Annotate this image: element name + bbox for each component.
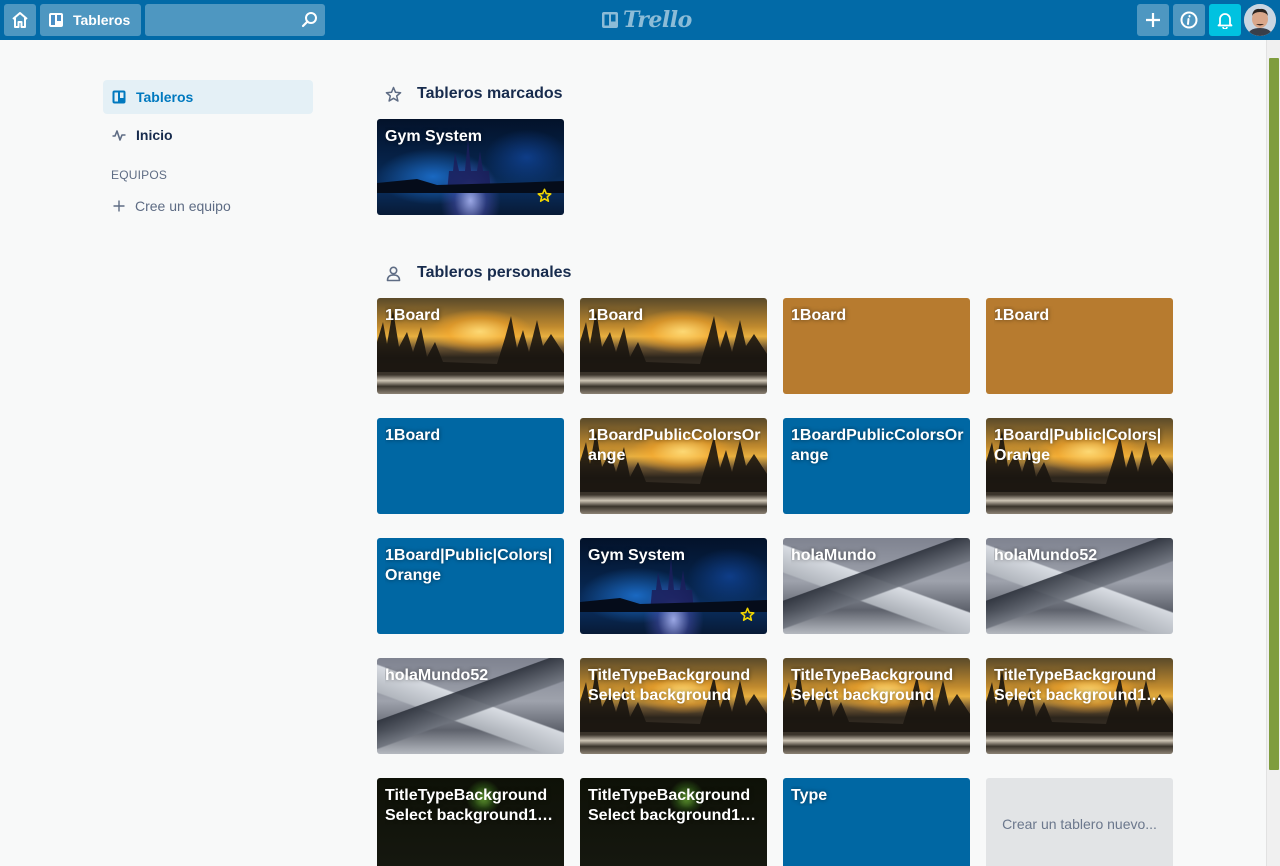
board-tile[interactable]: TitleTypeBackground Select background1… — [580, 778, 767, 866]
plus-icon — [1146, 13, 1160, 27]
board-title: Type — [791, 787, 828, 804]
board-tile[interactable]: 1BoardPublicColorsOrange — [580, 418, 767, 514]
board-title: Gym System — [385, 128, 482, 145]
sidebar-item-inicio[interactable]: Inicio — [103, 118, 313, 152]
board-title: 1Board — [791, 307, 847, 324]
board-tile[interactable]: 1Board|Public|Colors|Orange — [986, 418, 1173, 514]
board-title: 1Board — [588, 307, 644, 324]
top-header: Tableros Trello — [0, 0, 1280, 40]
board-title: TitleTypeBackground Select background — [791, 667, 954, 704]
home-icon — [12, 12, 28, 28]
board-title: holaMundo52 — [994, 547, 1098, 564]
board-tile[interactable]: Gym System — [377, 119, 564, 215]
board-tile[interactable]: 1BoardPublicColorsOrange — [783, 418, 970, 514]
starred-title-text: Tableros marcados — [417, 85, 563, 102]
board-title: holaMundo52 — [385, 667, 489, 684]
info-icon — [1180, 11, 1198, 29]
board-tile[interactable]: Type — [783, 778, 970, 866]
starred-section-title: Tableros marcados — [385, 85, 563, 103]
board-tile[interactable]: 1Board|Public|Colors|Orange — [377, 538, 564, 634]
board-title: holaMundo — [791, 547, 877, 564]
board-tile[interactable]: TitleTypeBackground Select background1… — [377, 778, 564, 866]
activity-icon — [112, 130, 126, 141]
star-outline-icon — [385, 86, 402, 102]
board-icon — [112, 90, 126, 104]
board-title: TitleTypeBackground Select background1… — [588, 787, 757, 824]
star-icon[interactable] — [740, 607, 755, 622]
board-title: 1Board|Public|Colors|Orange — [994, 427, 1162, 464]
board-icon — [49, 13, 63, 27]
create-team-button[interactable]: Cree un equipo — [103, 190, 313, 222]
sidebar-item-label: Tableros — [136, 89, 194, 105]
board-tile[interactable]: 1Board — [783, 298, 970, 394]
personal-section-title: Tableros personales — [385, 264, 571, 282]
notifications-button[interactable] — [1209, 4, 1241, 36]
board-title: 1BoardPublicColorsOrange — [791, 427, 964, 464]
board-tile[interactable]: Gym System — [580, 538, 767, 634]
plus-icon — [113, 200, 125, 212]
board-title: TitleTypeBackground Select background1… — [994, 667, 1163, 704]
boards-button[interactable]: Tableros — [40, 4, 141, 36]
scrollbar-thumb[interactable] — [1269, 58, 1279, 770]
board-tile[interactable]: 1Board — [377, 418, 564, 514]
logo-text: Trello — [623, 7, 692, 33]
home-button[interactable] — [4, 4, 36, 36]
search-input[interactable] — [145, 4, 325, 36]
board-title: 1Board — [385, 427, 441, 444]
boards-button-label: Tableros — [73, 12, 131, 28]
search-icon[interactable] — [301, 11, 319, 29]
search-box[interactable] — [145, 4, 325, 36]
create-team-label: Cree un equipo — [135, 198, 231, 214]
board-title: Gym System — [588, 547, 685, 564]
board-tile[interactable]: TitleTypeBackground Select background — [783, 658, 970, 754]
trello-logo[interactable]: Trello — [601, 6, 692, 34]
board-title: 1Board|Public|Colors|Orange — [385, 547, 553, 584]
add-button[interactable] — [1137, 4, 1169, 36]
teams-heading: EQUIPOS — [111, 168, 168, 182]
board-tile[interactable]: 1Board — [377, 298, 564, 394]
sidebar: Tableros Inicio EQUIPOS Cree un equipo — [103, 80, 313, 222]
trello-logo-icon — [602, 12, 618, 28]
personal-title-text: Tableros personales — [417, 264, 572, 281]
sidebar-item-label: Inicio — [136, 127, 173, 143]
avatar-image — [1244, 4, 1276, 36]
board-tile[interactable]: holaMundo — [783, 538, 970, 634]
user-avatar[interactable] — [1244, 4, 1276, 36]
board-title: 1BoardPublicColorsOrange — [588, 427, 761, 464]
page-scrollbar[interactable] — [1266, 40, 1280, 866]
board-title: TitleTypeBackground Select background1… — [385, 787, 554, 824]
bell-icon — [1217, 13, 1233, 29]
info-button[interactable] — [1173, 4, 1205, 36]
board-tile[interactable]: holaMundo52 — [986, 538, 1173, 634]
board-title: 1Board — [385, 307, 441, 324]
board-tile[interactable]: holaMundo52 — [377, 658, 564, 754]
create-board-tile[interactable]: Crear un tablero nuevo... — [986, 778, 1173, 866]
board-tile[interactable]: TitleTypeBackground Select background1… — [986, 658, 1173, 754]
board-title: 1Board — [994, 307, 1050, 324]
create-board-label: Crear un tablero nuevo... — [1002, 816, 1157, 832]
board-tile[interactable]: 1Board — [580, 298, 767, 394]
sidebar-item-tableros[interactable]: Tableros — [103, 80, 313, 114]
board-tile[interactable]: 1Board — [986, 298, 1173, 394]
board-title: TitleTypeBackground Select background — [588, 667, 751, 704]
person-icon — [386, 265, 401, 281]
board-tile[interactable]: TitleTypeBackground Select background — [580, 658, 767, 754]
star-icon[interactable] — [537, 188, 552, 203]
